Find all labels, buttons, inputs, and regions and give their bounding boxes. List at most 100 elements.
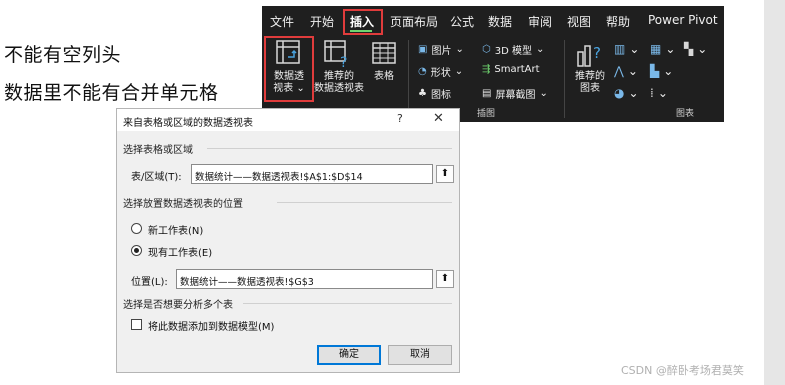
shapes-icon: ◔ [418, 66, 427, 77]
dialog-title: 来自表格或区域的数据透视表 [123, 118, 253, 129]
pie-chart-icon: ◕ [614, 86, 625, 100]
screenshot-button[interactable]: ▤ 屏幕截图 ⌄ [482, 86, 548, 101]
section-divider [243, 303, 452, 304]
screenshot-label: 屏幕截图 [495, 90, 536, 101]
scatter-chart-icon: ⁞ [650, 86, 654, 100]
statistic-chart-icon: ▙ [650, 64, 660, 78]
tab-power-pivot[interactable]: Power Pivot [648, 13, 718, 27]
charts-group-label: 图表 [676, 109, 695, 119]
location-input[interactable]: 数据统计——数据透视表!$G$3 [176, 269, 433, 289]
section-location: 选择放置数据透视表的位置 [123, 199, 243, 210]
statistic-chart-button[interactable]: ▙ ⌄ [650, 64, 673, 78]
existing-sheet-radio[interactable] [131, 245, 142, 256]
hierarchy-chart-icon: ▦ [650, 42, 662, 56]
chevron-down-icon: ⌄ [535, 44, 545, 55]
icons-button[interactable]: ♣ 图标 [418, 86, 451, 101]
smartart-icon: ⇶ [482, 64, 491, 75]
screenshot-icon: ▤ [482, 88, 492, 99]
existing-sheet-label: 现有工作表(E) [148, 248, 213, 259]
note-no-merged-cells: 数据里不能有合并单元格 [4, 82, 219, 104]
smartart-button[interactable]: ⇶ SmartArt [482, 64, 540, 75]
chevron-down-icon: ⌄ [629, 42, 640, 56]
tab-help[interactable]: 帮助 [606, 13, 630, 30]
recommended-pivot-button[interactable]: 推荐的 数据透视表 [313, 71, 365, 95]
pictures-label: 图片 [431, 46, 452, 57]
tab-formulas[interactable]: 公式 [450, 13, 474, 30]
arrow-up-icon: ⬆ [440, 168, 450, 179]
pie-chart-button[interactable]: ◕ ⌄ [614, 86, 639, 100]
3d-models-label: 3D 模型 [494, 46, 532, 57]
tab-view[interactable]: 视图 [567, 13, 591, 30]
collapse-range-button[interactable]: ⬆ [436, 165, 454, 183]
recommended-pivot-label-2: 数据透视表 [314, 83, 364, 94]
column-chart-button[interactable]: ▥ ⌄ [614, 42, 639, 56]
chevron-down-icon: ⌄ [627, 64, 638, 78]
icons-icon: ♣ [418, 88, 427, 99]
ribbon-separator [564, 40, 565, 118]
waterfall-chart-button[interactable]: ▚ ⌄ [684, 42, 707, 56]
chevron-down-icon: ⌄ [697, 42, 708, 56]
chevron-down-icon: ⌄ [628, 86, 639, 100]
right-gray-bar [764, 0, 785, 385]
tab-home[interactable]: 开始 [310, 13, 334, 30]
picture-icon: ▣ [418, 44, 428, 55]
waterfall-chart-icon: ▚ [684, 42, 694, 56]
table-button[interactable]: 表格 [370, 71, 398, 83]
ribbon-tabs: 文件 开始 插入 页面布局 公式 数据 审阅 视图 帮助 Power Pivot [262, 6, 724, 36]
recommended-pivot-label-1: 推荐的 [324, 71, 354, 82]
recommended-charts-label-1: 推荐的 [575, 71, 605, 82]
tab-data[interactable]: 数据 [488, 13, 512, 30]
chevron-down-icon: ⌄ [657, 86, 668, 100]
line-chart-button[interactable]: ⋀ ⌄ [614, 64, 638, 78]
chevron-down-icon: ⌄ [539, 88, 548, 99]
recommended-charts-button[interactable]: 推荐的 图表 [570, 71, 610, 95]
dialog-titlebar: 来自表格或区域的数据透视表 ? ✕ [117, 109, 459, 131]
recommended-charts-label-2: 图表 [580, 83, 600, 94]
section-divider [277, 202, 452, 203]
illustrations-group-label: 插图 [477, 109, 496, 119]
line-chart-icon: ⋀ [614, 64, 624, 78]
section-divider [207, 148, 452, 149]
add-to-data-model-label: 将此数据添加到数据模型(M) [148, 322, 275, 333]
chevron-down-icon: ⌄ [663, 64, 674, 78]
chevron-down-icon: ⌄ [665, 42, 676, 56]
screenshot-root: 不能有空列头 数据里不能有合并单元格 文件 开始 插入 页面布局 公式 数据 审… [0, 0, 785, 385]
tab-review[interactable]: 审阅 [528, 13, 552, 30]
icons-label: 图标 [430, 90, 451, 101]
shapes-label: 形状 [430, 68, 451, 79]
ribbon-separator [408, 40, 409, 118]
note-no-empty-header: 不能有空列头 [4, 44, 122, 66]
section-select-range: 选择表格或区域 [123, 145, 193, 156]
scatter-chart-button[interactable]: ⁞ ⌄ [650, 86, 668, 100]
svg-text:?: ? [593, 44, 601, 62]
smartart-label: SmartArt [494, 64, 540, 75]
add-to-data-model-checkbox[interactable] [131, 319, 142, 330]
arrow-up-icon: ⬆ [440, 273, 450, 284]
chevron-down-icon: ⌄ [454, 66, 464, 77]
collapse-location-button[interactable]: ⬆ [436, 270, 454, 288]
tab-page-layout[interactable]: 页面布局 [390, 13, 438, 30]
3d-models-button[interactable]: ⬡ 3D 模型 ⌄ [482, 42, 544, 57]
pictures-button[interactable]: ▣ 图片 ⌄ [418, 42, 464, 57]
new-sheet-label: 新工作表(N) [148, 226, 204, 237]
recommended-charts-icon: ? [577, 44, 601, 67]
pivot-table-highlight [264, 36, 314, 102]
shapes-button[interactable]: ◔ 形状 ⌄ [418, 64, 463, 79]
table-range-input[interactable]: 数据统计——数据透视表!$A$1:$D$14 [191, 164, 433, 184]
tab-file[interactable]: 文件 [270, 13, 294, 30]
close-icon[interactable]: ✕ [433, 111, 444, 126]
svg-text:?: ? [340, 55, 347, 68]
recommended-pivot-icon: ? [324, 40, 347, 68]
hierarchy-chart-button[interactable]: ▦ ⌄ [650, 42, 675, 56]
table-icon [372, 42, 396, 64]
new-sheet-radio[interactable] [131, 223, 142, 234]
table-range-label: 表/区域(T): [131, 172, 182, 183]
insert-tab-highlight [343, 9, 383, 35]
create-pivot-dialog: 来自表格或区域的数据透视表 ? ✕ 选择表格或区域 表/区域(T): 数据统计—… [116, 108, 460, 373]
ok-button[interactable]: 确定 [317, 345, 381, 365]
chevron-down-icon: ⌄ [455, 44, 464, 55]
cube-icon: ⬡ [482, 44, 491, 55]
excel-ribbon: 文件 开始 插入 页面布局 公式 数据 审阅 视图 帮助 Power Pivot… [262, 6, 724, 122]
cancel-button[interactable]: 取消 [388, 345, 452, 365]
help-button[interactable]: ? [397, 112, 403, 125]
